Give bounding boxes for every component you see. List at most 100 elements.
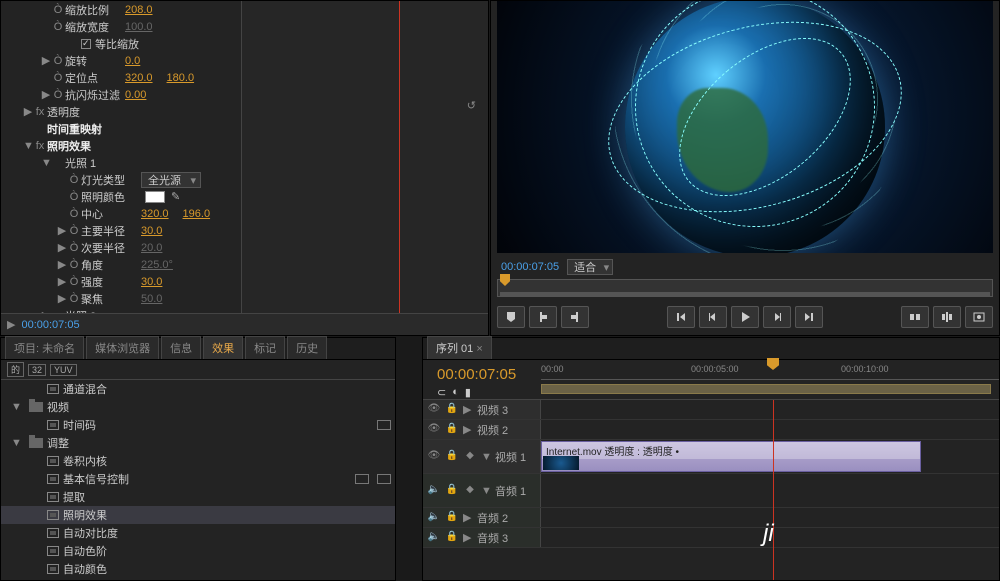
eyedropper-icon[interactable]: ✎ (171, 190, 180, 203)
twirl-icon[interactable]: ▶ (57, 241, 67, 254)
panel-tab[interactable]: 标记 (245, 336, 285, 359)
property-value[interactable]: 225.0° (141, 259, 173, 271)
stopwatch-icon[interactable]: Ò (51, 72, 65, 84)
stopwatch-icon[interactable]: Ò (67, 242, 81, 254)
play-button[interactable] (731, 306, 759, 328)
panel-tab[interactable]: 信息 (161, 336, 201, 359)
stopwatch-icon[interactable]: Ò (67, 225, 81, 237)
track-twirl-icon[interactable]: ▶ (463, 511, 473, 524)
effects-item[interactable]: 通道混合 (1, 380, 395, 398)
fx-playhead[interactable] (399, 1, 400, 313)
track-twirl-icon[interactable]: ▼ (481, 485, 491, 497)
lock-icon[interactable]: 🔒 (445, 403, 459, 417)
stopwatch-icon[interactable]: Ò (67, 259, 81, 271)
panel-tab[interactable]: 媒体浏览器 (86, 336, 159, 359)
property-value[interactable]: 196.0 (183, 208, 211, 220)
property-value[interactable]: 30.0 (141, 225, 162, 237)
goto-out-button[interactable] (795, 306, 823, 328)
fx-keyframe-area[interactable] (241, 1, 489, 313)
color-swatch[interactable] (145, 191, 165, 203)
track-lane[interactable] (541, 474, 999, 507)
mute-icon[interactable]: 🔈 (427, 531, 441, 545)
twirl-icon[interactable]: ▶ (57, 224, 67, 237)
goto-in-button[interactable] (667, 306, 695, 328)
timeline-timecode[interactable]: 00:00:07:05 (437, 366, 516, 383)
effects-folder[interactable]: ▼视频 (1, 398, 395, 416)
track-twirl-icon[interactable]: ▶ (463, 403, 473, 416)
stopwatch-icon[interactable]: Ò (51, 55, 65, 67)
sync-icon[interactable]: ◐ (452, 386, 459, 399)
track-lane[interactable]: Internet.mov 透明度 : 透明度 • (541, 440, 999, 473)
effects-folder[interactable]: ▼调整 (1, 434, 395, 452)
panel-tab[interactable]: 效果 (203, 336, 243, 359)
mute-icon[interactable]: 🔈 (427, 511, 441, 525)
fx-twirl-icon[interactable]: ▶ (7, 318, 15, 331)
effects-item[interactable]: 卷积内核 (1, 452, 395, 470)
effects-item[interactable]: 照明效果 (1, 506, 395, 524)
zoom-dropdown[interactable]: 适合 (567, 259, 613, 275)
panel-tab[interactable]: 历史 (287, 336, 327, 359)
work-area-bar[interactable] (541, 384, 991, 394)
toggle-output-icon[interactable]: 👁 (427, 450, 441, 464)
sync-lock-icon[interactable]: ◆ (463, 484, 477, 498)
effects-item[interactable]: 时间码 (1, 416, 395, 434)
track-header[interactable]: 🔈🔒▶音频 2 (423, 508, 541, 527)
effects-item[interactable]: 自动颜色 (1, 560, 395, 578)
toggle-output-icon[interactable]: 👁 (427, 403, 441, 417)
effects-item[interactable]: 自动色阶 (1, 542, 395, 560)
property-value[interactable]: 208.0 (125, 4, 153, 16)
twirl-icon[interactable]: ▶ (57, 258, 67, 271)
twirl-icon[interactable]: ▶ (57, 292, 67, 305)
track-twirl-icon[interactable]: ▶ (463, 531, 473, 544)
fx-timecode[interactable]: 00:00:07:05 (21, 319, 79, 331)
export-frame-button[interactable] (965, 306, 993, 328)
property-value[interactable]: 100.0 (125, 21, 153, 33)
track-header[interactable]: 🔈🔒◆▼音频 1 (423, 474, 541, 507)
twirl-icon[interactable]: ▶ (41, 88, 51, 101)
twirl-icon[interactable]: ▼ (41, 157, 51, 169)
track-header[interactable]: 🔈🔒▶音频 3 (423, 528, 541, 547)
program-viewport[interactable] (497, 1, 993, 253)
effects-tree[interactable]: 通道混合▼视频时间码▼调整卷积内核基本信号控制提取照明效果自动对比度自动色阶自动… (1, 380, 395, 580)
property-value[interactable]: 20.0 (141, 242, 162, 254)
mute-icon[interactable]: 🔈 (427, 484, 441, 498)
track-header[interactable]: 👁🔒◆▼视频 1 (423, 440, 541, 473)
property-value[interactable]: 30.0 (141, 276, 162, 288)
step-back-button[interactable] (699, 306, 727, 328)
property-value[interactable]: 320.0 (125, 72, 153, 84)
step-fwd-button[interactable] (763, 306, 791, 328)
twirl-icon[interactable]: ▶ (57, 275, 67, 288)
snap-icon[interactable]: ⊂ (437, 386, 446, 399)
filter-chip[interactable]: 的 (7, 362, 24, 377)
stopwatch-icon[interactable]: Ò (67, 208, 81, 220)
filter-chip[interactable]: 32 (28, 364, 46, 376)
twirl-icon[interactable]: ▼ (23, 140, 33, 152)
stopwatch-icon[interactable]: Ò (67, 191, 81, 203)
stopwatch-icon[interactable]: Ò (51, 4, 65, 16)
twirl-icon[interactable]: ▼ (11, 401, 25, 413)
sequence-tab[interactable]: 序列 01 × (427, 336, 492, 359)
property-value[interactable]: 320.0 (141, 208, 169, 220)
twirl-icon[interactable]: ▶ (41, 54, 51, 67)
sync-lock-icon[interactable]: ◆ (463, 450, 477, 464)
effects-item[interactable]: 自动对比度 (1, 524, 395, 542)
track-lane[interactable] (541, 420, 999, 439)
lock-icon[interactable]: 🔒 (445, 511, 459, 525)
lock-icon[interactable]: 🔒 (445, 531, 459, 545)
twirl-icon[interactable]: ▼ (11, 437, 25, 449)
stopwatch-icon[interactable]: Ò (67, 174, 81, 186)
checkbox[interactable] (81, 39, 91, 49)
track-lane[interactable] (541, 400, 999, 419)
reset-effect-icon[interactable]: ↺ (467, 99, 476, 112)
property-value[interactable]: 180.0 (167, 72, 195, 84)
stopwatch-icon[interactable]: Ò (51, 89, 65, 101)
stopwatch-icon[interactable]: Ò (67, 293, 81, 305)
program-timecode[interactable]: 00:00:07:05 (501, 261, 559, 273)
lock-icon[interactable]: 🔒 (445, 484, 459, 498)
track-twirl-icon[interactable]: ▶ (463, 423, 473, 436)
track-header[interactable]: 👁🔒▶视频 3 (423, 400, 541, 419)
property-value[interactable]: 50.0 (141, 293, 162, 305)
panel-tab[interactable]: 项目: 未命名 (5, 336, 84, 359)
property-value[interactable]: 0.00 (125, 89, 146, 101)
filter-chip[interactable]: YUV (50, 364, 77, 376)
